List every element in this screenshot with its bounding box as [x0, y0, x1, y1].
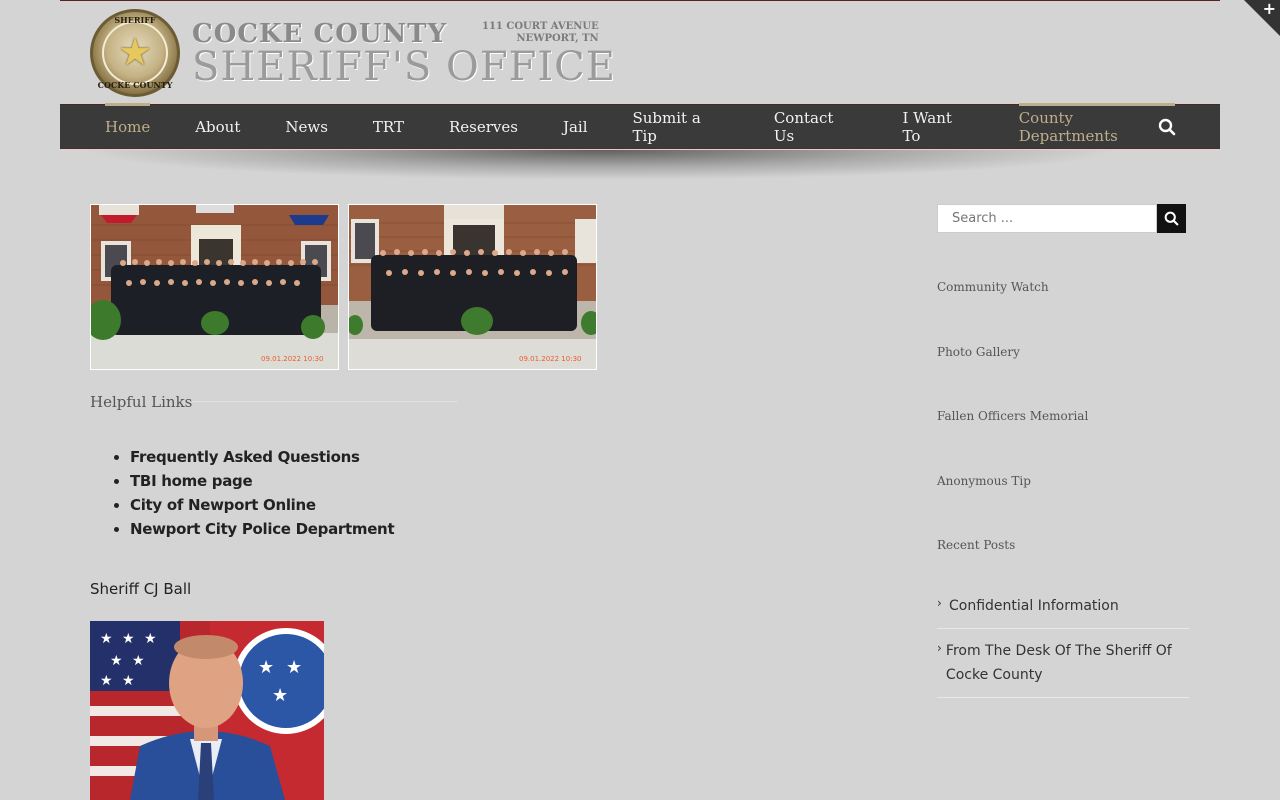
nav-trt[interactable]: TRT — [373, 104, 404, 149]
nav-home[interactable]: Home — [105, 103, 151, 149]
chevron-right-icon: › — [937, 596, 942, 610]
sidebar-link-photo-gallery[interactable]: Photo Gallery — [937, 345, 1020, 359]
search-icon[interactable] — [1158, 118, 1176, 136]
list-item: Frequently Asked Questions — [130, 447, 394, 467]
page-wrapper: SHERIFF ★ COCKE COUNTY COCKE COUNTY SHER… — [60, 0, 1220, 104]
svg-text:★: ★ — [110, 653, 123, 669]
list-item: City of Newport Online — [130, 495, 394, 515]
nav-news[interactable]: News — [285, 104, 328, 149]
nav-jail[interactable]: Jail — [563, 104, 588, 149]
search-input[interactable] — [937, 204, 1157, 233]
nav-i-want-to[interactable]: I Want To — [902, 104, 973, 149]
svg-text:★: ★ — [100, 631, 113, 647]
recent-post-link[interactable]: From The Desk Of The Sheriff Of Cocke Co… — [946, 639, 1189, 687]
helpful-links-heading: Helpful Links — [90, 393, 193, 411]
sidebar-search — [937, 204, 1186, 233]
list-item: Newport City Police Department — [130, 519, 395, 539]
photo2-stamp: 09.01.2022 10:30 — [519, 355, 581, 363]
sheriff-badge-icon: SHERIFF ★ COCKE COUNTY — [90, 9, 180, 97]
logo-wordmark: COCKE COUNTY SHERIFF'S OFFICE 111 COURT … — [192, 19, 616, 87]
svg-text:★: ★ — [122, 673, 135, 689]
panel-toggle[interactable]: + — [1244, 0, 1280, 36]
heading-separator — [192, 401, 458, 402]
svg-text:★: ★ — [122, 631, 135, 647]
main-nav: Home About News TRT Reserves Jail Submit… — [60, 103, 1220, 149]
link-tbi[interactable]: TBI home page — [130, 472, 253, 490]
badge-top-text: SHERIFF — [114, 15, 156, 25]
nav-contact-us[interactable]: Contact Us — [774, 104, 858, 149]
list-item: › From The Desk Of The Sheriff Of Cocke … — [937, 629, 1189, 698]
sidebar-link-fallen-officers[interactable]: Fallen Officers Memorial — [937, 409, 1088, 423]
svg-text:★: ★ — [286, 657, 302, 678]
address-line1: 111 COURT AVENUE — [482, 21, 599, 32]
plus-icon: + — [1262, 0, 1276, 18]
search-submit-button[interactable] — [1157, 204, 1186, 233]
svg-text:★: ★ — [258, 657, 274, 678]
nav-submit-tip[interactable]: Submit a Tip — [633, 104, 729, 149]
group-photo-2[interactable]: 09.01.2022 10:30 — [348, 204, 597, 370]
nav-county-departments[interactable]: County Departments — [1018, 103, 1176, 149]
group-photo-1[interactable]: 09.01.2022 10:30 — [90, 204, 339, 370]
nav-shadow — [80, 150, 1120, 180]
star-icon: ★ — [117, 30, 153, 74]
nav-reserves[interactable]: Reserves — [449, 104, 518, 149]
search-icon — [1164, 211, 1179, 226]
recent-post-link[interactable]: Confidential Information — [949, 594, 1119, 618]
site-header: SHERIFF ★ COCKE COUNTY COCKE COUNTY SHER… — [60, 1, 1220, 104]
logo-line2: SHERIFF'S OFFICE — [192, 44, 616, 90]
link-faq[interactable]: Frequently Asked Questions — [130, 448, 360, 466]
svg-text:★: ★ — [132, 653, 145, 669]
recent-posts-heading: Recent Posts — [937, 538, 1016, 552]
nav-about[interactable]: About — [195, 104, 240, 149]
helpful-links-list: Frequently Asked Questions TBI home page… — [130, 447, 395, 543]
sidebar-link-anonymous-tip[interactable]: Anonymous Tip — [937, 474, 1031, 488]
address-line2: NEWPORT, TN — [516, 33, 599, 44]
list-item: › Confidential Information — [937, 584, 1189, 629]
svg-text:★: ★ — [272, 685, 288, 706]
list-item: TBI home page — [130, 471, 394, 491]
photo1-stamp: 09.01.2022 10:30 — [261, 355, 323, 363]
sheriff-portrait: ★ ★ ★ ★ ★ ★ ★ ★ ★ ★ — [90, 621, 324, 800]
logo-address: 111 COURT AVENUE NEWPORT, TN — [482, 21, 599, 45]
sheriff-name: Sheriff CJ Ball — [90, 580, 192, 598]
site-logo[interactable]: SHERIFF ★ COCKE COUNTY COCKE COUNTY SHER… — [90, 9, 616, 97]
sidebar-link-community-watch[interactable]: Community Watch — [937, 280, 1049, 294]
recent-posts-list: › Confidential Information › From The De… — [937, 584, 1189, 698]
chevron-right-icon: › — [937, 641, 942, 655]
svg-text:★: ★ — [100, 673, 113, 689]
badge-bottom-text: COCKE COUNTY — [97, 80, 173, 90]
link-newport-police[interactable]: Newport City Police Department — [130, 520, 395, 538]
link-newport-online[interactable]: City of Newport Online — [130, 496, 316, 514]
svg-text:★: ★ — [144, 631, 157, 647]
